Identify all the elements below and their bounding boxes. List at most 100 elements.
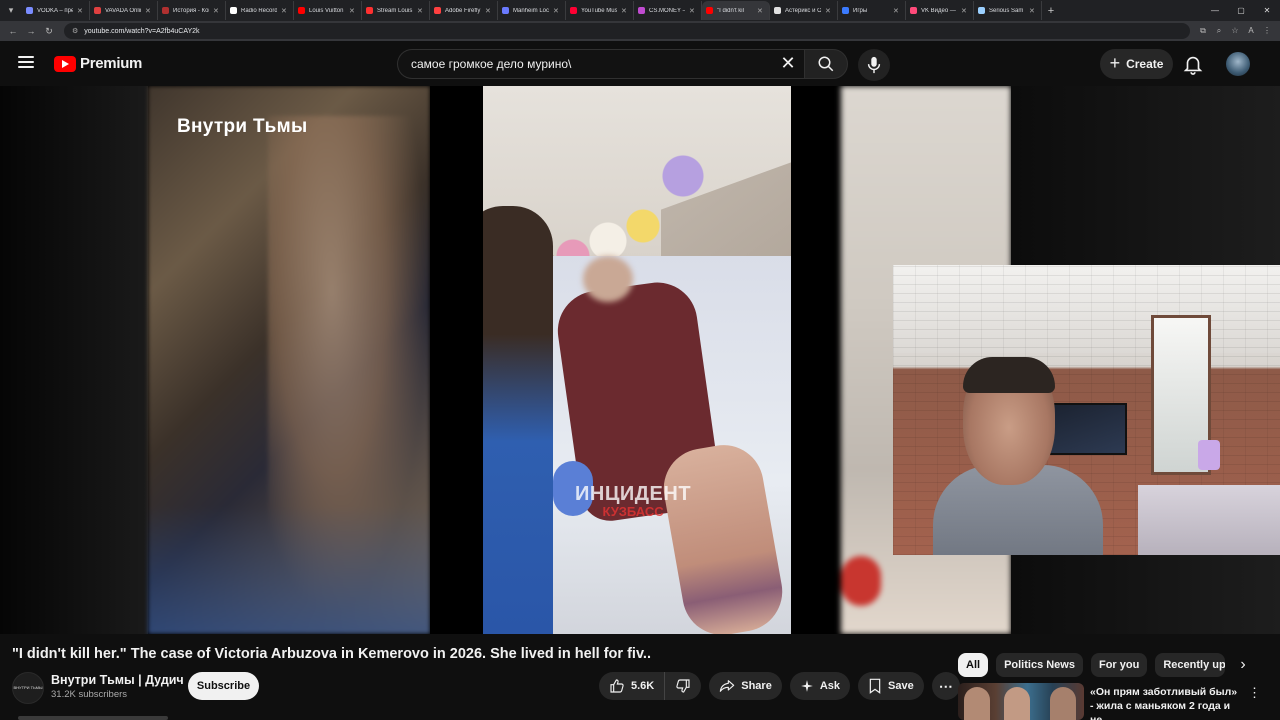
tab-close-icon[interactable]: ✕ (281, 7, 289, 15)
channel-name[interactable]: Внутри Тьмы | Дудич (51, 673, 184, 687)
browser-tab[interactable]: YouTube Music ✕ (566, 1, 634, 20)
plus-icon: + (1109, 52, 1121, 73)
tab-close-icon[interactable]: ✕ (349, 7, 357, 15)
chip-recently-uploaded[interactable]: Recently uploaded (1155, 653, 1226, 677)
tab-close-icon[interactable]: ✕ (213, 7, 221, 15)
create-button[interactable]: + Create (1100, 49, 1173, 79)
tab-close-icon[interactable]: ✕ (621, 7, 629, 15)
browser-tab[interactable]: Louis Vuitton b ✕ (294, 1, 362, 20)
browser-tab[interactable]: VODKA – прем ✕ (22, 1, 90, 20)
youtube-play-icon (54, 55, 76, 72)
tab-close-icon[interactable]: ✕ (145, 7, 153, 15)
install-icon[interactable]: ⧉ (1196, 26, 1210, 36)
clear-search-icon[interactable]: ✕ (776, 49, 800, 79)
tab-close-icon[interactable]: ✕ (77, 7, 85, 15)
tab-label: Игры (853, 7, 868, 14)
tab-label: Radio Record (241, 7, 277, 14)
menu-hamburger-icon[interactable] (18, 56, 34, 70)
site-info-icon[interactable]: ⚙ (72, 27, 78, 35)
tab-close-icon[interactable]: ✕ (485, 7, 493, 15)
webcam-overlay (893, 265, 1280, 555)
menu-dots-icon[interactable]: ⋮ (1260, 26, 1274, 36)
browser-tab[interactable]: Radio Record ✕ (226, 1, 294, 20)
tab-label: Adobe Firefly (445, 7, 481, 14)
recommendation-item[interactable]: «Он прям заботливый был» - жила с маньяк… (958, 683, 1268, 720)
tab-close-icon[interactable]: ✕ (417, 7, 425, 15)
maximize-icon[interactable]: ▢ (1228, 0, 1254, 21)
chip-politics-news[interactable]: Politics News (996, 653, 1083, 677)
chips-next-chevron-icon[interactable]: › (1232, 653, 1254, 677)
bookmark-star-icon[interactable]: ☆ (1228, 26, 1242, 36)
tab-close-icon[interactable]: ✕ (825, 7, 833, 15)
notifications-bell-icon[interactable] (1182, 53, 1204, 75)
tab-favicon-icon (978, 7, 985, 14)
tab-favicon-icon (434, 7, 441, 14)
microphone-icon (867, 56, 881, 74)
browser-tab[interactable]: "I didn't kil ✕ (702, 1, 770, 20)
more-actions-icon[interactable]: ⋯ (931, 672, 960, 700)
tab-favicon-icon (94, 7, 101, 14)
save-button[interactable]: Save (858, 672, 924, 700)
voice-search-button[interactable] (858, 49, 890, 81)
browser-tab[interactable]: Manheim Locat ✕ (498, 1, 566, 20)
dislike-button[interactable] (665, 672, 701, 700)
create-label: Create (1126, 57, 1164, 71)
tab-close-icon[interactable]: ✕ (893, 7, 901, 15)
browser-tab[interactable]: История - Ком ✕ (158, 1, 226, 20)
reload-icon[interactable]: ↻ (40, 26, 58, 37)
search-button[interactable] (804, 49, 848, 79)
subscriber-count: 31.2K subscribers (51, 689, 128, 700)
back-icon[interactable]: ← (4, 26, 22, 36)
search-input[interactable]: самое громкое дело мурино\ (397, 49, 804, 79)
like-button[interactable]: 5.6K (599, 672, 666, 700)
browser-tab[interactable]: Adobe Firefly ✕ (430, 1, 498, 20)
ask-button[interactable]: Ask (789, 672, 851, 700)
youtube-header: Premium самое громкое дело мурино\ ✕ + C… (0, 41, 1280, 289)
tab-favicon-icon (298, 7, 305, 14)
recommendation-title[interactable]: «Он прям заботливый был» - жила с маньяк… (1090, 685, 1240, 720)
url-field[interactable]: ⚙ youtube.com/watch?v=A2fb4uCAY2k (64, 23, 1190, 39)
tab-label: Louis Vuitton b (309, 7, 345, 14)
browser-tab[interactable]: Serious Sam II ✕ (974, 1, 1042, 20)
new-tab-button[interactable]: + (1042, 5, 1060, 17)
zoom-icon[interactable]: ⌕ (1212, 26, 1226, 36)
minimize-icon[interactable]: — (1202, 0, 1228, 21)
like-dislike-group: 5.6K (599, 672, 702, 700)
browser-tab[interactable]: VAVADA Online ✕ (90, 1, 158, 20)
recommendation-thumbnail[interactable] (958, 683, 1084, 720)
tab-search-icon[interactable]: ▾ (0, 0, 22, 21)
chip-all[interactable]: All (958, 653, 989, 677)
tab-close-icon[interactable]: ✕ (553, 7, 561, 15)
browser-tab[interactable]: Игры ✕ (838, 1, 906, 20)
tab-label: Manheim Locat (513, 7, 549, 14)
browser-tab[interactable]: Астерикс и Об ✕ (770, 1, 838, 20)
browser-tab[interactable]: CS.MONEY — ✕ (634, 1, 702, 20)
tab-close-icon[interactable]: ✕ (961, 7, 969, 15)
tab-label: VK Видео — со (921, 7, 957, 14)
channel-avatar-text: ВНУТРИ ТЬМЫ (13, 684, 43, 690)
channel-avatar[interactable]: ВНУТРИ ТЬМЫ (12, 672, 44, 704)
video-player[interactable]: ИНЦИДЕНТ КУЗБАСС Внутри Тьмы (0, 86, 1280, 634)
tab-favicon-icon (774, 7, 781, 14)
subscribe-button[interactable]: Subscribe (188, 672, 259, 700)
share-button[interactable]: Share (709, 672, 782, 700)
tab-close-icon[interactable]: ✕ (1029, 7, 1037, 15)
browser-tab[interactable]: Stream Louis V ✕ (362, 1, 430, 20)
window-controls: — ▢ ✕ (1202, 0, 1280, 21)
profile-icon[interactable]: A (1244, 26, 1258, 36)
bookmark-icon (869, 678, 881, 694)
chip-for-you[interactable]: For you (1090, 653, 1148, 677)
url-text: youtube.com/watch?v=A2fb4uCAY2k (84, 27, 200, 35)
tab-close-icon[interactable]: ✕ (689, 7, 697, 15)
close-window-icon[interactable]: ✕ (1254, 0, 1280, 21)
ask-label: Ask (819, 680, 841, 692)
youtube-logo[interactable]: Premium (54, 55, 142, 72)
thumbs-down-icon (676, 679, 690, 693)
forward-icon[interactable]: → (22, 26, 40, 36)
tab-close-icon[interactable]: ✕ (757, 7, 765, 15)
tab-label: История - Ком (173, 7, 209, 14)
tab-favicon-icon (842, 7, 849, 14)
browser-tab[interactable]: VK Видео — со ✕ (906, 1, 974, 20)
recommendation-more-icon[interactable]: ⋮ (1248, 685, 1261, 701)
account-avatar[interactable] (1226, 52, 1250, 76)
